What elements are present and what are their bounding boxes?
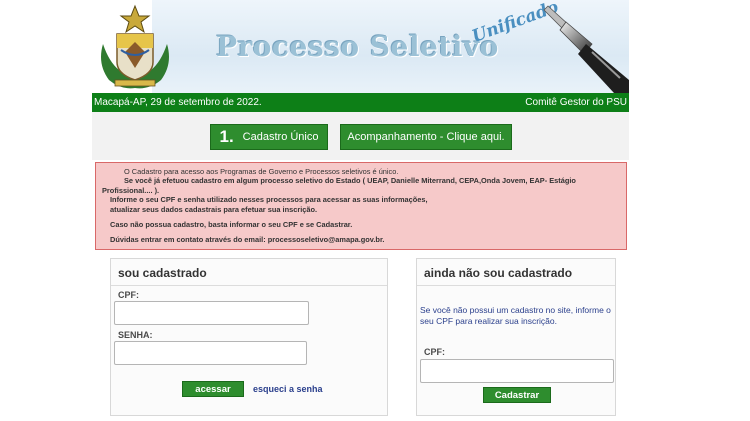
- login-panel: sou cadastrado CPF: SENHA: acessar esque…: [110, 258, 388, 416]
- register-panel: ainda não sou cadastrado Se você não pos…: [416, 258, 616, 416]
- coat-of-arms-icon: [101, 4, 169, 89]
- acompanhamento-label: Acompanhamento - Clique aqui.: [347, 131, 505, 143]
- forgot-password-link[interactable]: esqueci a senha: [253, 384, 323, 394]
- login-password-input[interactable]: [114, 341, 307, 365]
- senha-label: SENHA:: [118, 330, 153, 340]
- info-notice: O Cadastro para acesso aos Programas de …: [95, 162, 627, 250]
- cpf-label: CPF:: [118, 290, 139, 300]
- login-cpf-input[interactable]: [114, 301, 309, 325]
- info-line: O Cadastro para acesso aos Programas de …: [124, 167, 399, 176]
- acompanhamento-button[interactable]: Acompanhamento - Clique aqui.: [340, 124, 512, 150]
- page: Processo Seletivo Unificado Macapá-AP, 2…: [92, 0, 629, 421]
- nav-area: 1. Cadastro Único Acompanhamento - Cliqu…: [92, 112, 629, 160]
- cadastro-unico-label: Cadastro Único: [242, 131, 319, 143]
- fountain-pen-icon: [543, 5, 629, 93]
- cadastrar-button[interactable]: Cadastrar: [483, 387, 551, 403]
- header-banner: Processo Seletivo Unificado: [92, 0, 629, 93]
- step-number: 1.: [219, 127, 234, 146]
- info-line: Informe o seu CPF e senha utilizado ness…: [110, 195, 428, 205]
- login-heading: sou cadastrado: [111, 259, 387, 286]
- register-cpf-input[interactable]: [420, 359, 614, 383]
- info-line: Dúvidas entrar em contato através do ema…: [110, 235, 385, 245]
- info-line: Profissional.... ).: [102, 185, 160, 195]
- register-heading: ainda não sou cadastrado: [417, 259, 615, 286]
- site-title: Processo Seletivo: [216, 30, 499, 63]
- organization-name: Comitê Gestor do PSU: [525, 97, 627, 108]
- acessar-button[interactable]: acessar: [182, 381, 244, 397]
- date-bar: Macapá-AP, 29 de setembro de 2022. Comit…: [92, 93, 629, 112]
- register-instructions: Se você não possui um cadastro no site, …: [420, 305, 611, 326]
- cadastro-unico-button[interactable]: 1. Cadastro Único: [210, 124, 328, 150]
- info-line: atualizar seus dados cadastrais para efe…: [110, 204, 318, 214]
- register-cpf-label: CPF:: [424, 347, 445, 357]
- current-date: Macapá-AP, 29 de setembro de 2022.: [94, 97, 262, 108]
- info-line: Caso não possua cadastro, basta informar…: [110, 220, 353, 230]
- info-line: Se você já efetuou cadastro em algum pro…: [124, 176, 576, 186]
